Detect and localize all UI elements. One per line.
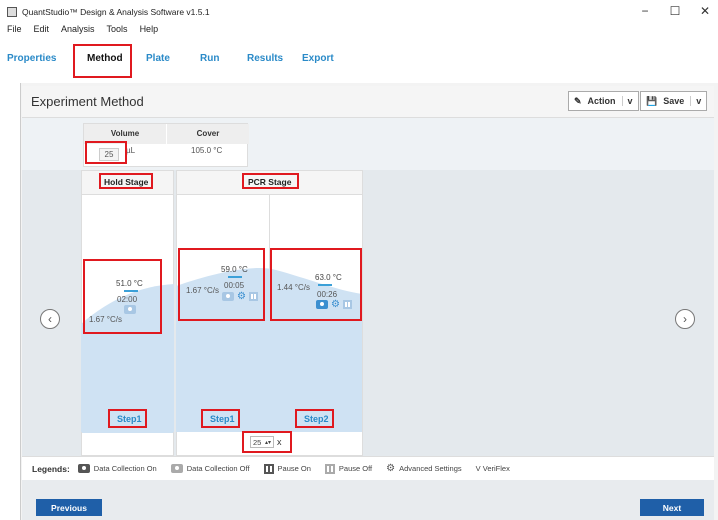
legend-veriflex: V VeriFlex [476, 464, 510, 473]
legend-label: Data Collection Off [186, 464, 250, 473]
legend-label: Advanced Settings [399, 464, 462, 473]
menu-edit[interactable]: Edit [34, 24, 50, 40]
legend-pause-on: Pause On [263, 463, 311, 474]
tab-plate[interactable]: Plate [146, 53, 170, 64]
method-header: Experiment Method ✎ Action v 💾 Save v [22, 86, 714, 118]
tab-properties[interactable]: Properties [7, 53, 56, 64]
save-button[interactable]: 💾 Save v [640, 91, 708, 111]
minimize-button[interactable]: − [636, 4, 654, 18]
highlight-method-tab [73, 44, 132, 78]
close-button[interactable]: ✕ [696, 4, 714, 18]
save-icon: 💾 [646, 95, 658, 106]
save-label: Save [663, 96, 685, 106]
page-title: Experiment Method [31, 94, 144, 109]
cover-temperature[interactable]: 105.0 °C [191, 146, 222, 155]
legend-bar: Legends: Data Collection On Data Collect… [22, 456, 714, 480]
chevron-down-icon: v [621, 96, 633, 106]
previous-button[interactable]: Previous [36, 499, 102, 516]
pause-on-icon [263, 463, 274, 474]
highlight-pcr-stage [242, 173, 299, 189]
menu-file[interactable]: File [7, 24, 22, 40]
volume-unit: µL [126, 146, 136, 155]
scroll-right-button[interactable]: › [675, 309, 695, 329]
footer [22, 480, 714, 520]
highlight-pcr-step2 [270, 248, 362, 321]
highlight-hold-stage [99, 173, 153, 189]
next-button[interactable]: Next [640, 499, 704, 516]
menu-analysis[interactable]: Analysis [61, 24, 95, 40]
pause-off-icon [324, 463, 335, 474]
legend-data-collection-on: Data Collection On [77, 464, 157, 473]
action-label: Action [587, 96, 616, 106]
chevron-down-icon: v [690, 96, 701, 106]
tab-results[interactable]: Results [247, 53, 283, 64]
menu-help[interactable]: Help [140, 24, 159, 40]
highlight-hold-step1 [83, 259, 162, 334]
legend-title: Legends: [32, 463, 70, 474]
window-title: QuantStudio™ Design & Analysis Software … [22, 7, 210, 17]
camera-off-icon [170, 464, 183, 473]
gear-icon: ⚙ [386, 463, 396, 474]
legend-label: Data Collection On [93, 464, 157, 473]
tab-export[interactable]: Export [302, 53, 334, 64]
camera-on-icon [77, 464, 90, 473]
menu-tools[interactable]: Tools [107, 24, 128, 40]
legend-pause-off: Pause Off [324, 463, 373, 474]
action-button[interactable]: ✎ Action v [568, 91, 639, 111]
tab-run[interactable]: Run [200, 53, 219, 64]
maximize-button[interactable]: ☐ [666, 4, 684, 18]
window-controls: − ☐ ✕ [636, 4, 714, 18]
title-bar: QuantStudio™ Design & Analysis Software … [0, 0, 718, 24]
chevron-left-icon: ‹ [48, 312, 52, 326]
highlight-cycles [242, 431, 292, 453]
highlight-pcr-step2-label [295, 409, 334, 428]
legend-advanced-settings: ⚙ Advanced Settings [386, 463, 462, 474]
app-icon [7, 7, 17, 17]
highlight-volume [85, 141, 127, 164]
highlight-hold-step1-label [108, 409, 147, 428]
menu-bar: File Edit Analysis Tools Help [0, 24, 158, 40]
highlight-pcr-step1 [178, 248, 265, 321]
highlight-pcr-step1-label [201, 409, 240, 428]
legend-data-collection-off: Data Collection Off [170, 464, 250, 473]
edit-icon: ✎ [574, 95, 582, 106]
chevron-right-icon: › [683, 312, 687, 326]
legend-label: Pause On [277, 464, 311, 473]
cover-header: Cover [167, 124, 249, 144]
legend-label: Pause Off [338, 464, 373, 473]
scroll-left-button[interactable]: ‹ [40, 309, 60, 329]
legend-label: V VeriFlex [475, 464, 510, 473]
